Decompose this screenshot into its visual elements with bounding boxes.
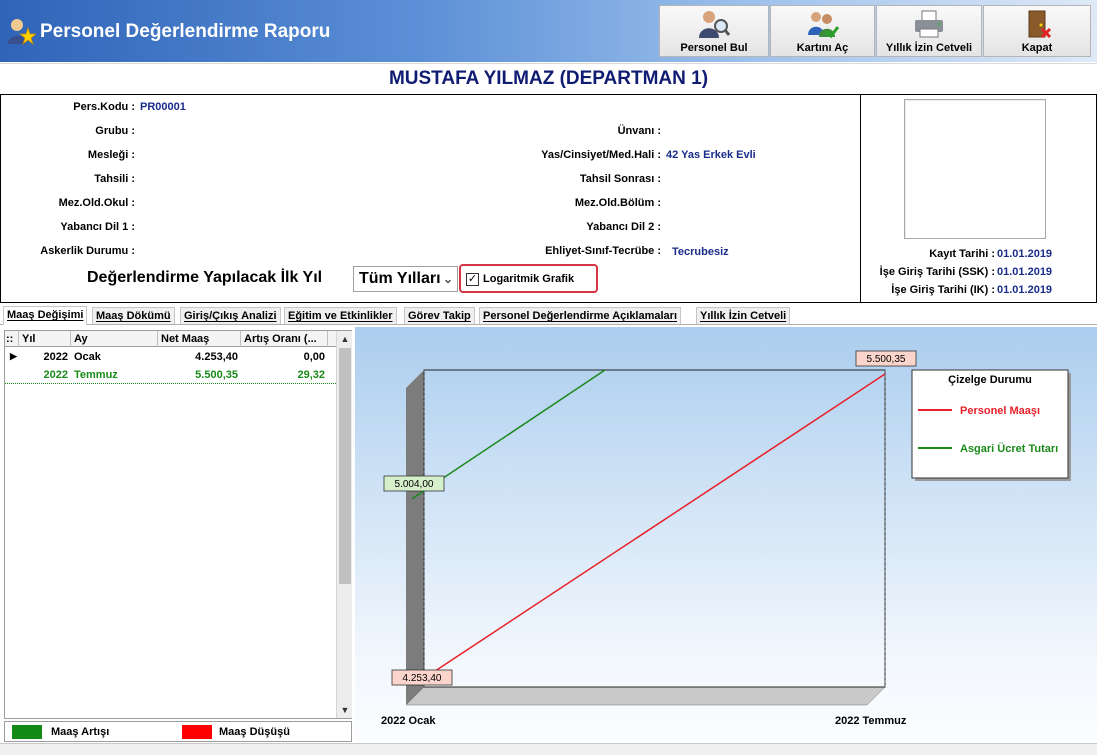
table-cell-month: Ocak — [74, 351, 101, 363]
exit-door-icon — [1028, 10, 1052, 39]
scroll-thumb[interactable] — [339, 348, 351, 584]
user-card-icon — [807, 12, 839, 39]
ik-giris-label: İşe Giriş Tarihi (IK) : — [891, 284, 995, 296]
printer-icon — [915, 10, 943, 38]
chart-floor — [405, 686, 886, 706]
ehliyet-value: Tecrubesiz — [672, 246, 729, 258]
table-cell-year: 2022 — [43, 369, 68, 381]
first-year-label: Değerlendirme Yapılacak İlk Yıl — [87, 269, 323, 286]
pers-kodu-value: PR00001 — [140, 101, 186, 113]
table-row[interactable]: ▶ 2022 Ocak 4.253,40 0,00 — [5, 348, 336, 366]
mez-okul-label: Mez.Old.Okul : — [58, 197, 135, 209]
mez-bolum-label: Mez.Old.Bölüm : — [574, 197, 661, 209]
table-cell-month: Temmuz — [74, 369, 118, 381]
find-person-icon — [699, 11, 730, 38]
find-personnel-button[interactable]: Personel Bul — [659, 5, 769, 57]
ssk-giris-value: 01.01.2019 — [997, 266, 1053, 278]
scroll-up-icon[interactable]: ▲ — [337, 331, 353, 347]
ssk-giris-label: İşe Giriş Tarihi (SSK) : — [879, 266, 995, 278]
increase-swatch — [12, 725, 42, 739]
close-label: Kapat — [1021, 42, 1053, 54]
decrease-swatch — [182, 725, 212, 739]
ik-giris-value: 01.01.2019 — [997, 284, 1053, 296]
table-cell-net: 5.500,35 — [195, 369, 238, 381]
title-bar: Personel Değerlendirme Raporu Personel B… — [0, 0, 1097, 62]
ehliyet-label: Ehliyet-Sınıf-Tecrübe : — [545, 245, 661, 257]
x-tick-label: 2022 Temmuz — [835, 715, 907, 727]
chart-side-wall — [406, 370, 424, 705]
find-personnel-label: Personel Bul — [680, 42, 748, 54]
yas-cinsiyet-value: 42 Yas Erkek Evli — [666, 149, 756, 161]
salary-grid: :: Yıl Ay Net Maaş Artış Oranı (... ▶202… — [4, 330, 352, 719]
tab-giris-cikis[interactable]: Giriş/Çıkış Analizi — [180, 307, 281, 324]
salary-chart: 4.253,40 5.500,35 5.004,00 2022 Ocak 2022 Te… — [355, 327, 1097, 742]
yabanci-dil2-label: Yabancı Dil 2 : — [586, 221, 661, 233]
grid-scrollbar[interactable]: ▲ ▼ — [336, 331, 352, 718]
col-ay[interactable]: Ay — [71, 331, 158, 347]
meslegi-label: Mesleği : — [87, 149, 135, 161]
table-cell-year: 2022 — [43, 351, 68, 363]
grid-header: :: Yıl Ay Net Maaş Artış Oranı (... — [5, 331, 336, 347]
legend-title: Çizelge Durumu — [948, 374, 1032, 386]
kayit-tarihi-label: Kayıt Tarihi : — [929, 248, 995, 260]
yas-cinsiyet-label: Yas/Cinsiyet/Med.Hali : — [541, 149, 661, 161]
status-strip — [0, 743, 1097, 755]
kayit-tarihi-value: 01.01.2019 — [997, 248, 1053, 260]
annual-leave-button[interactable]: Yıllık İzin Cetveli — [876, 5, 982, 57]
table-cell-net: 4.253,40 — [195, 351, 238, 363]
log-chart-checkbox[interactable]: ✓ — [466, 273, 479, 286]
tab-maas-degisimi[interactable]: Maaş Değişimi — [3, 306, 88, 325]
tahsil-sonrasi-label: Tahsil Sonrası : — [579, 173, 661, 185]
app-title: Personel Değerlendirme Raporu — [40, 21, 331, 42]
col-artis-orani[interactable]: Artış Oranı (... — [241, 331, 328, 347]
tab-maas-dokumu[interactable]: Maaş Dökümü — [92, 307, 175, 324]
grid-corner: :: — [5, 331, 19, 347]
log-chart-highlight: ✓ Logaritmik Grafik — [459, 264, 598, 293]
grubu-label: Grubu : — [95, 125, 135, 137]
personnel-star-icon — [8, 19, 36, 46]
log-chart-label[interactable]: Logaritmik Grafik — [483, 273, 574, 285]
increase-label: Maaş Artışı — [51, 726, 110, 738]
photo-panel: Kayıt Tarihi : 01.01.2019 İşe Giriş Tari… — [861, 94, 1097, 303]
decrease-label: Maaş Düşüşü — [219, 726, 290, 738]
data-label-ocak-maas: 4.253,40 — [403, 673, 442, 684]
close-button[interactable]: Kapat — [983, 5, 1091, 57]
table-cell-rate: 29,32 — [297, 369, 325, 381]
x-tick-label: 2022 Ocak — [381, 715, 436, 727]
table-cell-rate: 0,00 — [303, 351, 325, 363]
open-card-label: Kartını Aç — [796, 42, 849, 54]
salary-legend: Maaş Artışı Maaş Düşüşü — [4, 721, 352, 742]
series-line-personel-maasi — [419, 373, 886, 682]
tab-degerlendirme-aciklamalari[interactable]: Personel Değerlendirme Açıklamaları — [479, 307, 682, 324]
unvani-label: Ünvanı : — [617, 125, 661, 137]
annual-leave-label: Yıllık İzin Cetveli — [885, 42, 973, 54]
first-year-select-value: Tüm Yılları — [359, 270, 441, 287]
tab-egitim[interactable]: Eğitim ve Etkinlikler — [284, 307, 397, 324]
open-card-button[interactable]: Kartını Aç — [770, 5, 875, 57]
row-indicator-icon: ▶ — [10, 351, 17, 361]
pers-kodu-label: Pers.Kodu : — [73, 101, 135, 113]
chart-legend — [911, 369, 1069, 479]
first-year-select[interactable]: Tüm Yılları ⌄ — [353, 266, 458, 292]
legend-entry: Personel Maaşı — [960, 405, 1040, 417]
scroll-down-icon[interactable]: ▼ — [337, 702, 353, 718]
askerlik-label: Askerlik Durumu : — [40, 245, 135, 257]
employee-title: MUSTAFA YILMAZ (DEPARTMAN 1) — [0, 63, 1097, 93]
col-yil[interactable]: Yıl — [19, 331, 71, 347]
chevron-down-icon: ⌄ — [442, 272, 453, 286]
chart-canvas: 4.253,40 5.500,35 5.004,00 2022 Ocak 2022 Te… — [381, 350, 1071, 727]
data-label-asgari-ucret: 5.004,00 — [395, 479, 434, 490]
table-row[interactable]: 2022 Temmuz 5.500,35 29,32 — [5, 366, 336, 384]
yabanci-dil1-label: Yabancı Dil 1 : — [60, 221, 135, 233]
col-net-maas[interactable]: Net Maaş — [158, 331, 241, 347]
data-label-temmuz-maas: 5.500,35 — [867, 354, 906, 365]
tab-bar: Maaş Değişimi Maaş Dökümü Giriş/Çıkış An… — [0, 306, 1097, 325]
tahsili-label: Tahsili : — [94, 173, 135, 185]
tab-gorev-takip[interactable]: Görev Takip — [404, 307, 475, 324]
chart-plot-area — [423, 369, 886, 688]
legend-entry: Asgari Ücret Tutarı — [960, 442, 1058, 455]
employee-photo — [904, 99, 1046, 239]
tab-yillik-izin[interactable]: Yıllık İzin Cetveli — [696, 307, 791, 324]
